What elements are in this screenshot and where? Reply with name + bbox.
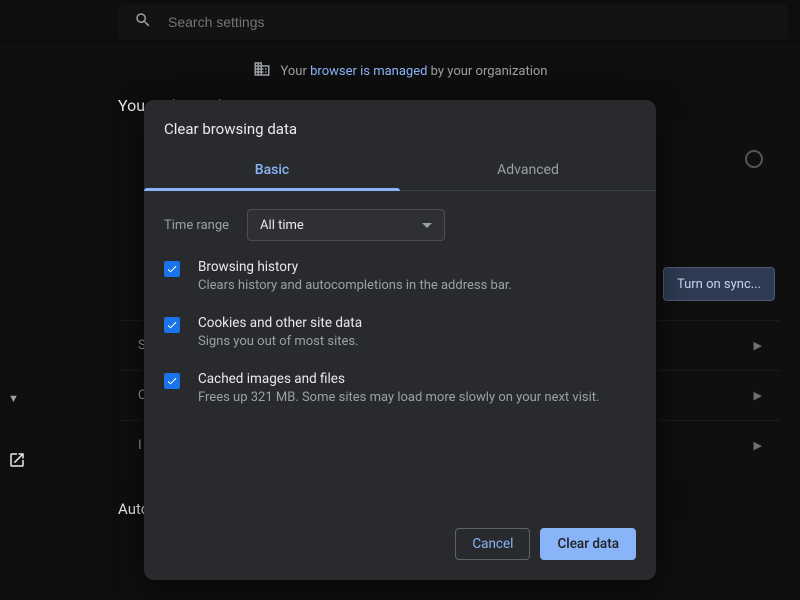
turn-on-sync-button[interactable]: Turn on sync... bbox=[663, 267, 775, 301]
dialog-tabs: Basic Advanced bbox=[144, 152, 656, 191]
clear-data-button[interactable]: Clear data bbox=[540, 528, 636, 560]
option-desc: Clears history and autocompletions in th… bbox=[198, 278, 512, 293]
option-desc: Frees up 321 MB. Some sites may load mor… bbox=[198, 390, 599, 405]
clear-browsing-data-dialog: Clear browsing data Basic Advanced Time … bbox=[144, 100, 656, 580]
option-title: Browsing history bbox=[198, 259, 512, 275]
option-desc: Signs you out of most sites. bbox=[198, 334, 362, 349]
managed-prefix: Your bbox=[281, 64, 311, 79]
chevron-down-icon[interactable]: ▼ bbox=[8, 392, 19, 405]
time-range-value: All time bbox=[260, 218, 304, 233]
managed-link[interactable]: browser is managed bbox=[310, 64, 427, 79]
avatar-placeholder bbox=[745, 150, 763, 168]
dialog-title: Clear browsing data bbox=[144, 100, 656, 152]
open-in-new-icon[interactable] bbox=[8, 451, 28, 471]
tab-basic[interactable]: Basic bbox=[144, 152, 400, 190]
option-cache: Cached images and files Frees up 321 MB.… bbox=[164, 371, 636, 405]
chevron-down-icon bbox=[422, 223, 432, 228]
option-cookies: Cookies and other site data Signs you ou… bbox=[164, 315, 636, 349]
building-icon bbox=[253, 60, 271, 82]
divider bbox=[0, 47, 800, 48]
cancel-button[interactable]: Cancel bbox=[455, 528, 530, 560]
managed-suffix: by your organization bbox=[427, 64, 547, 79]
option-title: Cached images and files bbox=[198, 371, 599, 387]
managed-notice: Your browser is managed by your organiza… bbox=[0, 60, 800, 82]
search-bar[interactable] bbox=[118, 4, 788, 40]
chevron-right-icon: ▶ bbox=[754, 389, 762, 402]
option-title: Cookies and other site data bbox=[198, 315, 362, 331]
search-icon bbox=[134, 11, 152, 33]
chevron-right-icon: ▶ bbox=[754, 339, 762, 352]
tab-advanced[interactable]: Advanced bbox=[400, 152, 656, 190]
time-range-label: Time range bbox=[164, 218, 229, 233]
row-label: I bbox=[138, 438, 142, 453]
option-browsing-history: Browsing history Clears history and auto… bbox=[164, 259, 636, 293]
checkbox-cookies[interactable] bbox=[164, 317, 180, 333]
checkbox-cache[interactable] bbox=[164, 373, 180, 389]
search-input[interactable] bbox=[168, 14, 772, 30]
checkbox-browsing-history[interactable] bbox=[164, 261, 180, 277]
chevron-right-icon: ▶ bbox=[754, 439, 762, 452]
time-range-select[interactable]: All time bbox=[247, 209, 445, 241]
